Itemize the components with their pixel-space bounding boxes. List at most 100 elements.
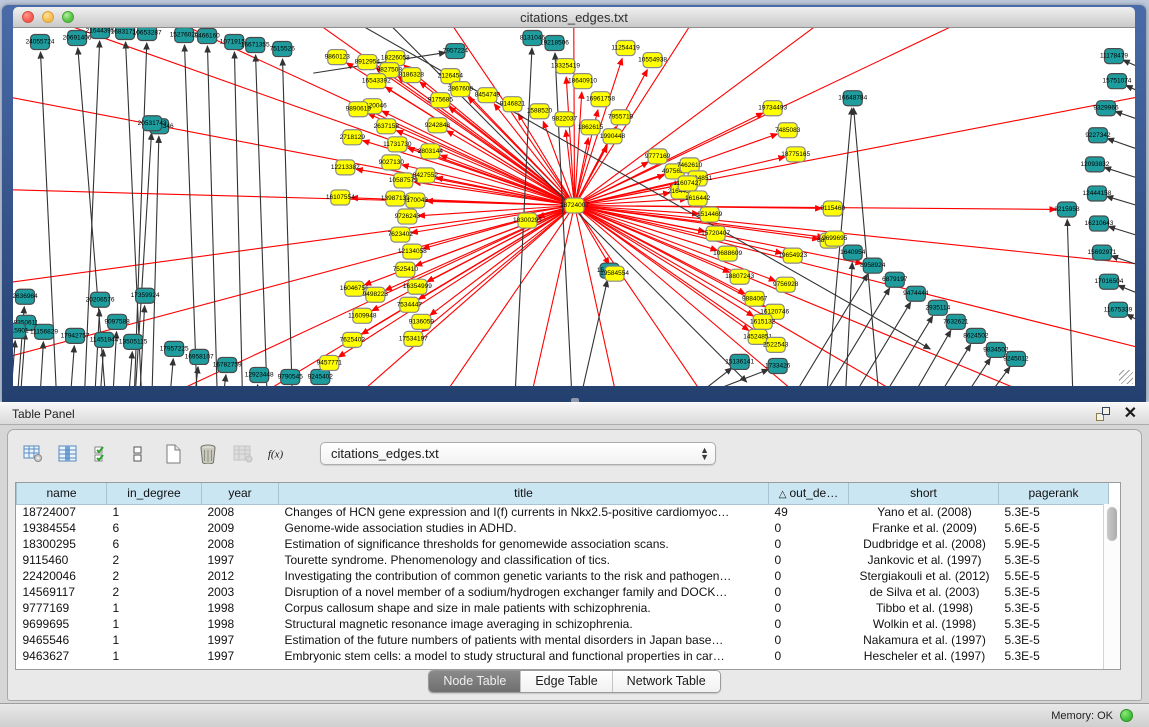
table-row[interactable]: 1938455462009Genome-wide association stu…: [17, 520, 1109, 536]
table-row[interactable]: 946554611997Estimation of the future num…: [17, 632, 1109, 648]
selected-node[interactable]: 9146821: [500, 97, 526, 112]
selected-node[interactable]: 9457771: [317, 355, 343, 370]
network-canvas[interactable]: 2405572420691406216443951683171410653287…: [13, 28, 1135, 386]
row-height-icon[interactable]: [127, 444, 149, 464]
node[interactable]: 7515526: [270, 42, 296, 57]
selected-node[interactable]: 7485083: [775, 123, 801, 138]
node[interactable]: 1733426: [765, 358, 791, 373]
selected-node[interactable]: 19654923: [778, 248, 807, 263]
table-row[interactable]: 1830029562008Estimation of significance …: [17, 536, 1109, 552]
node[interactable]: 7632621: [943, 314, 969, 329]
tab-node-table[interactable]: Node Table: [429, 671, 521, 692]
selected-node[interactable]: 9777169: [645, 149, 671, 164]
selected-node[interactable]: 9242848: [425, 118, 451, 133]
node[interactable]: 11451944: [90, 332, 119, 347]
selected-node[interactable]: 9860123: [325, 50, 351, 65]
node[interactable]: 11178479: [1100, 49, 1128, 64]
close-window-button[interactable]: [22, 11, 34, 23]
table-row[interactable]: 977716911998Corpus callosum shape and si…: [17, 600, 1109, 616]
close-panel-icon[interactable]: ✕: [1124, 407, 1137, 421]
selected-node[interactable]: 11254419: [611, 41, 640, 56]
selected-node[interactable]: 7623402: [388, 227, 414, 242]
column-header-short[interactable]: short: [849, 483, 999, 504]
node[interactable]: 6879197: [882, 272, 908, 287]
node[interactable]: 12444158: [1083, 186, 1112, 201]
tab-network-table[interactable]: Network Table: [613, 671, 720, 692]
selected-node[interactable]: 2637158: [374, 119, 400, 134]
selected-node[interactable]: 2803144: [418, 144, 444, 159]
node[interactable]: 7957224: [443, 44, 469, 59]
node[interactable]: 9245012: [1003, 351, 1029, 366]
selected-node[interactable]: 2867608: [448, 82, 474, 97]
selected-node[interactable]: 9890619: [346, 102, 372, 117]
node[interactable]: 2636964: [13, 289, 38, 304]
selected-node[interactable]: 10554938: [638, 53, 667, 68]
node[interactable]: 24055724: [26, 35, 55, 50]
selected-node[interactable]: 9115460: [820, 201, 845, 216]
table-row[interactable]: 969969511998Structural magnetic resonanc…: [17, 616, 1109, 632]
node[interactable]: 9329966: [1093, 101, 1119, 116]
node[interactable]: 17016504: [1095, 274, 1124, 289]
selected-node[interactable]: 9175685: [428, 93, 454, 108]
selected-node[interactable]: 7525410: [393, 262, 419, 277]
selected-node[interactable]: 9136059: [409, 314, 435, 329]
selected-node[interactable]: 8186328: [399, 68, 425, 83]
selected-node[interactable]: 9498223: [363, 287, 389, 302]
column-header-out_de[interactable]: △out_de…: [769, 483, 849, 504]
node[interactable]: 8466160: [195, 29, 221, 44]
node[interactable]: 10653287: [133, 28, 162, 41]
table-settings-icon[interactable]: [22, 444, 44, 464]
node[interactable]: 8958924: [860, 258, 886, 273]
selected-node[interactable]: 1616442: [685, 191, 711, 206]
minimize-window-button[interactable]: [42, 11, 54, 23]
selected-node[interactable]: 1588520: [527, 104, 553, 119]
node[interactable]: 12093832: [1081, 157, 1110, 172]
node[interactable]: 9245402: [308, 369, 334, 384]
function-builder-icon[interactable]: f(x): [267, 444, 289, 464]
selected-node[interactable]: 1615132: [750, 314, 776, 329]
column-header-pagerank[interactable]: pagerank: [999, 483, 1109, 504]
tab-edge-table[interactable]: Edge Table: [521, 671, 612, 692]
column-header-year[interactable]: year: [202, 483, 279, 504]
column-header-name[interactable]: name: [17, 483, 107, 504]
selected-node[interactable]: 17534197: [399, 331, 428, 346]
node[interactable]: 15136141: [725, 354, 754, 369]
selected-node[interactable]: 9822037: [552, 112, 578, 127]
table-vertical-scrollbar[interactable]: [1103, 504, 1120, 669]
selected-node[interactable]: 16107554: [326, 190, 355, 205]
node[interactable]: 12923448: [245, 367, 274, 382]
selected-node[interactable]: 9027130: [379, 155, 405, 170]
column-header-in_degree[interactable]: in_degree: [107, 483, 202, 504]
selected-node[interactable]: 7534447: [397, 297, 423, 312]
window-titlebar[interactable]: citations_edges.txt: [13, 7, 1135, 28]
node[interactable]: 8624502: [963, 328, 989, 343]
node[interactable]: 16782759: [213, 357, 242, 372]
node[interactable]: 20206576: [86, 292, 115, 307]
selected-node[interactable]: 18775165: [781, 147, 810, 162]
node[interactable]: 9790545: [278, 369, 304, 384]
node[interactable]: 17359924: [131, 288, 160, 303]
table-row[interactable]: 946362711997Embryonic stem cells: a mode…: [17, 648, 1109, 664]
selected-node[interactable]: 8454749: [475, 88, 501, 103]
selected-node[interactable]: 7955719: [608, 110, 634, 125]
selected-node[interactable]: 12213382: [331, 160, 360, 175]
node[interactable]: 15692971: [1088, 245, 1117, 260]
import-table-icon[interactable]: [232, 444, 254, 464]
selected-node[interactable]: 2718129: [340, 130, 366, 145]
node[interactable]: 9227342: [1085, 128, 1111, 143]
select-rows-icon[interactable]: [92, 444, 114, 464]
table-row[interactable]: 911546021997Tourette syndrome. Phenomeno…: [17, 552, 1109, 568]
zoom-window-button[interactable]: [62, 11, 74, 23]
delete-icon[interactable]: [197, 444, 219, 464]
float-panel-icon[interactable]: [1096, 407, 1110, 421]
selected-node[interactable]: 18640910: [568, 74, 597, 89]
selected-node[interactable]: 7625402: [340, 332, 366, 347]
table-row[interactable]: 1456911722003Disruption of a novel membe…: [17, 584, 1109, 600]
node[interactable]: 9474444: [903, 286, 929, 301]
column-header-title[interactable]: title: [279, 483, 769, 504]
selected-node[interactable]: 1514469: [697, 207, 723, 222]
node[interactable]: 8215958: [1054, 202, 1080, 217]
node[interactable]: 16210643: [1085, 216, 1114, 231]
node[interactable]: 1640954: [840, 245, 866, 260]
selected-node[interactable]: 2522543: [763, 337, 789, 352]
